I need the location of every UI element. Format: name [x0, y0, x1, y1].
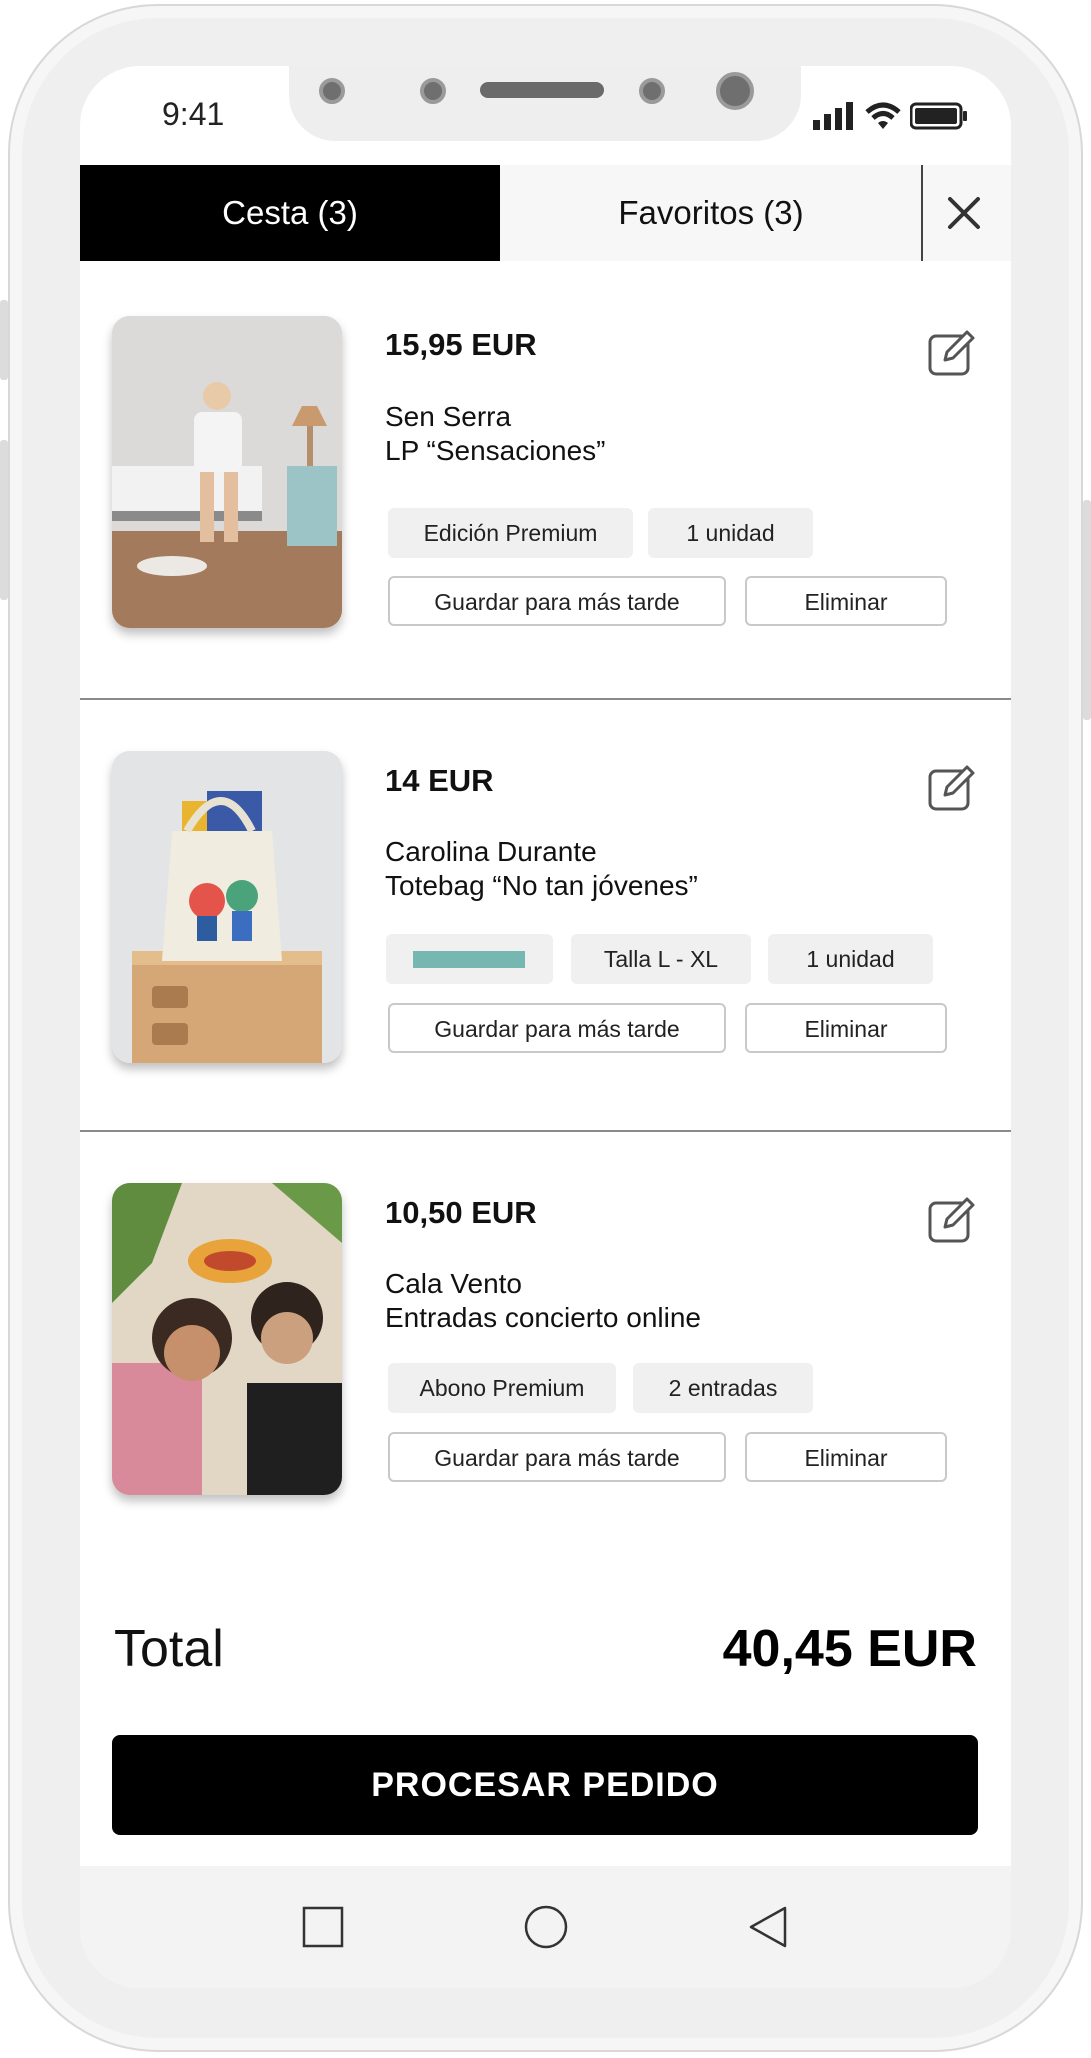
product-image[interactable] — [112, 316, 342, 628]
save-for-later-button[interactable]: Guardar para más tarde — [388, 1003, 726, 1053]
item-price: 10,50 EUR — [385, 1195, 537, 1230]
front-camera — [716, 72, 754, 110]
item-product: Entradas concierto online — [385, 1302, 701, 1333]
nav-home-icon[interactable] — [523, 1904, 569, 1950]
quantity-chip[interactable]: 1 unidad — [648, 508, 813, 558]
item-artist: Cala Vento — [385, 1268, 522, 1299]
item-product: Totebag “No tan jóvenes” — [385, 870, 698, 901]
sensor-dot — [319, 78, 345, 104]
color-swatch — [413, 951, 525, 968]
edit-icon[interactable] — [927, 1195, 977, 1245]
edit-icon[interactable] — [927, 763, 977, 813]
save-for-later-button[interactable]: Guardar para más tarde — [388, 1432, 726, 1482]
status-time: 9:41 — [162, 96, 225, 132]
tab-cart[interactable]: Cesta (3) — [80, 165, 500, 261]
item-product: LP “Sensaciones” — [385, 435, 606, 466]
remove-button[interactable]: Eliminar — [745, 1003, 947, 1053]
size-chip[interactable]: Talla L - XL — [571, 934, 751, 984]
item-divider — [80, 1130, 1011, 1132]
phone-side-button — [0, 300, 8, 380]
signal-icon — [813, 102, 853, 130]
quantity-chip[interactable]: 2 entradas — [633, 1363, 813, 1413]
android-nav-bar — [80, 1866, 1011, 1988]
product-image[interactable] — [112, 751, 342, 1063]
option-chip[interactable]: Abono Premium — [388, 1363, 616, 1413]
nav-recent-icon[interactable] — [302, 1906, 344, 1948]
close-icon[interactable] — [942, 191, 986, 235]
save-for-later-button[interactable]: Guardar para más tarde — [388, 576, 726, 626]
camera-notch — [289, 66, 801, 141]
option-chip[interactable]: Edición Premium — [388, 508, 633, 558]
nav-back-icon[interactable] — [747, 1904, 789, 1950]
remove-button[interactable]: Eliminar — [745, 576, 947, 626]
phone-volume-button — [0, 440, 8, 600]
speaker-grille — [480, 82, 604, 98]
item-price: 15,95 EUR — [385, 327, 537, 362]
quantity-chip[interactable]: 1 unidad — [768, 934, 933, 984]
tab-favorites[interactable]: Favoritos (3) — [500, 165, 922, 261]
total-label: Total — [114, 1620, 224, 1678]
color-chip[interactable] — [386, 934, 553, 984]
process-order-button[interactable]: PROCESAR PEDIDO — [112, 1735, 978, 1835]
wifi-icon — [865, 102, 901, 129]
item-divider — [80, 698, 1011, 700]
remove-button[interactable]: Eliminar — [745, 1432, 947, 1482]
sensor-dot — [639, 78, 665, 104]
status-bar: 9:41 — [80, 66, 1011, 166]
edit-icon[interactable] — [927, 328, 977, 378]
sensor-dot — [420, 78, 446, 104]
product-image[interactable] — [112, 1183, 342, 1495]
total-value: 40,45 EUR — [722, 1620, 977, 1678]
phone-power-button — [1083, 500, 1091, 720]
tab-separator — [921, 165, 923, 261]
item-artist: Sen Serra — [385, 401, 512, 432]
item-artist: Carolina Durante — [385, 836, 597, 867]
app-screen: 9:41 Cesta (3) Favoritos (3) 15,95 EUR S… — [80, 66, 1011, 1988]
battery-icon — [910, 102, 967, 130]
cart-tabs: Cesta (3) Favoritos (3) — [80, 165, 1011, 261]
item-price: 14 EUR — [385, 763, 494, 798]
